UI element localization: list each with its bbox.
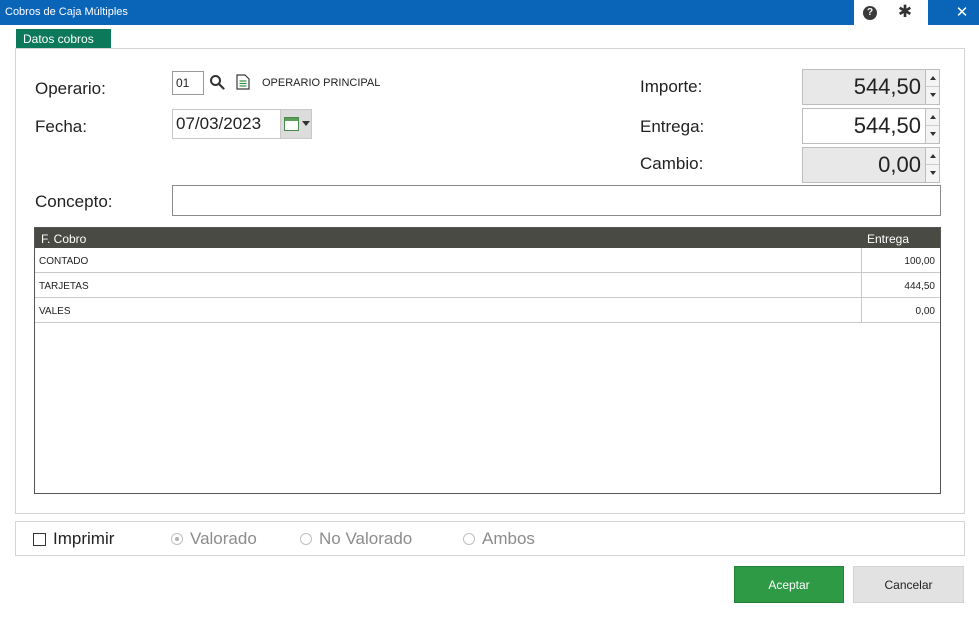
grid-header: F. Cobro Entrega: [35, 228, 940, 248]
date-picker-button[interactable]: [280, 109, 312, 139]
print-options-bar: Imprimir Valorado No Valorado Ambos: [15, 521, 965, 556]
cancel-button[interactable]: Cancelar: [853, 566, 964, 603]
spin-down-icon[interactable]: [926, 126, 939, 143]
cell-forma: TARJETAS: [39, 281, 89, 292]
title-icon-box: ? ✱: [854, 0, 928, 25]
title-bar: Cobros de Caja Múltiples ? ✱ ✕: [0, 0, 979, 25]
column-divider: [861, 248, 862, 272]
search-icon[interactable]: [209, 74, 225, 90]
cambio-field: 0,00: [802, 147, 926, 183]
table-row[interactable]: TARJETAS 444,50: [35, 273, 940, 298]
calendar-icon: [284, 117, 299, 131]
chevron-down-icon: [302, 121, 310, 126]
column-divider: [861, 273, 862, 297]
valorado-radio[interactable]: [171, 533, 183, 545]
imprimir-checkbox[interactable]: [33, 533, 46, 546]
table-row[interactable]: CONTADO 100,00: [35, 248, 940, 273]
operario-label: Operario:: [35, 79, 106, 98]
fecha-input[interactable]: 07/03/2023: [172, 109, 280, 139]
payments-grid: F. Cobro Entrega CONTADO 100,00 TARJETAS…: [34, 227, 941, 494]
cell-forma: CONTADO: [39, 256, 89, 267]
spin-up-icon[interactable]: [926, 109, 939, 126]
help-icon[interactable]: ?: [863, 6, 877, 20]
gear-icon[interactable]: ✱: [896, 3, 914, 21]
cell-entrega[interactable]: 444,50: [904, 281, 935, 292]
spin-up-icon[interactable]: [926, 148, 939, 165]
document-icon[interactable]: [236, 74, 250, 90]
window-title: Cobros de Caja Múltiples: [5, 6, 128, 18]
concepto-input[interactable]: [172, 185, 941, 216]
concepto-label: Concepto:: [35, 192, 113, 211]
close-icon[interactable]: ✕: [950, 3, 974, 22]
cambio-spinner[interactable]: [926, 147, 940, 183]
cell-entrega[interactable]: 100,00: [904, 256, 935, 267]
tab-datos-cobros[interactable]: Datos cobros: [16, 29, 111, 49]
imprimir-label[interactable]: Imprimir: [53, 529, 114, 549]
cell-entrega[interactable]: 0,00: [916, 306, 935, 317]
column-header-entrega[interactable]: Entrega: [867, 232, 909, 246]
importe-spinner[interactable]: [926, 69, 940, 105]
fecha-label: Fecha:: [35, 117, 87, 136]
ambos-radio[interactable]: [463, 533, 475, 545]
importe-label: Importe:: [640, 77, 703, 96]
table-row[interactable]: VALES 0,00: [35, 298, 940, 323]
importe-field: 544,50: [802, 69, 926, 105]
entrega-label: Entrega:: [640, 117, 705, 136]
spin-down-icon[interactable]: [926, 87, 939, 104]
spin-up-icon[interactable]: [926, 70, 939, 87]
spin-down-icon[interactable]: [926, 165, 939, 182]
ambos-label[interactable]: Ambos: [482, 529, 535, 549]
column-divider: [861, 298, 862, 322]
column-header-forma[interactable]: F. Cobro: [41, 232, 86, 246]
cambio-label: Cambio:: [640, 154, 704, 173]
accept-button[interactable]: Aceptar: [734, 566, 844, 603]
cell-forma: VALES: [39, 306, 71, 317]
entrega-field[interactable]: 544,50: [802, 108, 926, 144]
operario-code-input[interactable]: 01: [172, 71, 204, 95]
valorado-label[interactable]: Valorado: [190, 529, 257, 549]
no-valorado-label[interactable]: No Valorado: [319, 529, 412, 549]
operario-name: OPERARIO PRINCIPAL: [262, 77, 381, 89]
no-valorado-radio[interactable]: [300, 533, 312, 545]
entrega-spinner[interactable]: [926, 108, 940, 144]
